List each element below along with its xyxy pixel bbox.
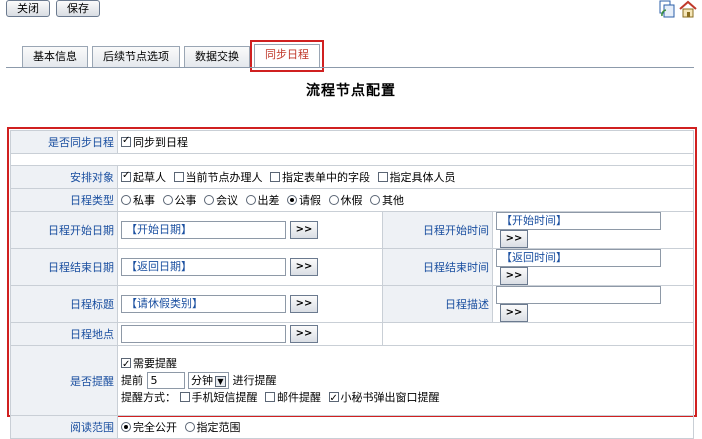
close-button[interactable]: 关闭 xyxy=(6,0,50,17)
label-sync: 是否同步日程 xyxy=(10,130,118,154)
start-time-picker-button[interactable]: >> xyxy=(500,230,528,248)
home-icon[interactable] xyxy=(678,0,698,21)
tab-next-node-options[interactable]: 后续节点选项 xyxy=(92,46,180,68)
sync-checkbox-option[interactable]: 同步到日程 xyxy=(121,135,188,149)
need-remind-checkbox[interactable] xyxy=(121,356,131,373)
type-option-business-trip[interactable]: 出差 xyxy=(245,194,280,207)
row-type: 日程类型 私事 公事 会议 出差 请假 休假 其他 xyxy=(10,188,694,212)
label-title: 日程标题 xyxy=(10,285,118,323)
description-picker-button[interactable]: >> xyxy=(500,304,528,322)
schedule-form: 是否同步日程 同步到日程 安排对象 起草人 当前节点办理人 指定表单中的字段 指… xyxy=(10,130,694,439)
type-option-leave[interactable]: 请假 xyxy=(287,194,321,207)
place-picker-button[interactable]: >> xyxy=(290,325,318,343)
label-read-scope: 阅读范围 xyxy=(10,415,118,439)
remind-method-label: 提醒方式： xyxy=(121,391,176,405)
type-option-other[interactable]: 其他 xyxy=(370,194,404,207)
start-date-picker-button[interactable]: >> xyxy=(290,221,318,239)
time-unit-select[interactable]: 分钟 ▼ xyxy=(188,372,229,390)
start-time-input[interactable]: 【开始时间】 xyxy=(496,212,661,230)
end-time-picker-button[interactable]: >> xyxy=(500,267,528,285)
end-date-input[interactable]: 【返回日期】 xyxy=(121,258,286,276)
description-input[interactable] xyxy=(496,286,661,304)
tab-basic-info[interactable]: 基本信息 xyxy=(22,46,88,68)
title-picker-button[interactable]: >> xyxy=(290,295,318,313)
tab-sync-schedule[interactable]: 同步日程 xyxy=(250,40,324,72)
method-email[interactable]: 邮件提醒 xyxy=(265,391,321,404)
chevron-down-icon: ▼ xyxy=(215,376,226,388)
arrange-option-drafter[interactable]: 起草人 xyxy=(121,170,166,184)
method-sms[interactable]: 手机短信提醒 xyxy=(179,391,258,404)
page-title: 流程节点配置 xyxy=(306,83,396,99)
label-start-date: 日程开始日期 xyxy=(10,211,118,249)
toolbar: 关闭 保存 xyxy=(6,0,100,18)
label-start-time: 日程开始时间 xyxy=(382,211,493,249)
row-end: 日程结束日期 【返回日期】 >> 日程结束时间 【返回时间】>> xyxy=(10,248,694,286)
label-end-date: 日程结束日期 xyxy=(10,248,118,286)
need-remind-option[interactable]: 需要提醒 xyxy=(121,356,177,373)
end-time-input[interactable]: 【返回时间】 xyxy=(496,249,661,267)
method-popup[interactable]: 小秘书弹出窗口提醒 xyxy=(328,390,440,407)
type-option-meeting[interactable]: 会议 xyxy=(204,194,238,207)
save-button[interactable]: 保存 xyxy=(56,0,100,17)
start-date-input[interactable]: 【开始日期】 xyxy=(121,221,286,239)
label-end-time: 日程结束时间 xyxy=(382,248,493,286)
row-place: 日程地点 >> xyxy=(10,322,694,346)
advance-minutes-input[interactable]: 5 xyxy=(146,372,185,390)
row-spacer xyxy=(10,153,694,166)
title-input[interactable]: 【请休假类别】 xyxy=(121,295,286,313)
tab-bar: 基本信息 后续节点选项 数据交换 同步日程 xyxy=(22,40,324,72)
label-type: 日程类型 xyxy=(10,188,118,212)
tab-data-exchange[interactable]: 数据交换 xyxy=(184,46,250,68)
copy-icon[interactable] xyxy=(658,0,676,21)
row-title: 日程标题 【请休假类别】 >> 日程描述 >> xyxy=(10,285,694,323)
label-arrange: 安排对象 xyxy=(10,165,118,189)
read-scope-specified[interactable]: 指定范围 xyxy=(184,421,241,434)
row-arrange: 安排对象 起草人 当前节点办理人 指定表单中的字段 指定具体人员 xyxy=(10,165,694,189)
type-option-public[interactable]: 公事 xyxy=(162,194,197,207)
tab-divider xyxy=(6,67,694,68)
remind-suffix: 进行提醒 xyxy=(232,373,277,387)
arrange-option-form-field[interactable]: 指定表单中的字段 xyxy=(270,171,370,184)
label-description: 日程描述 xyxy=(382,285,493,323)
read-scope-public[interactable]: 完全公开 xyxy=(121,421,177,434)
label-remind: 是否提醒 xyxy=(10,345,118,416)
row-remind: 是否提醒 需要提醒 提前 5 分钟▼ 进行提醒 提醒方式： 手机短信提醒 邮件提… xyxy=(10,345,694,416)
row-start: 日程开始日期 【开始日期】 >> 日程开始时间 【开始时间】>> xyxy=(10,211,694,249)
row-read-scope: 阅读范围 完全公开 指定范围 xyxy=(10,415,694,439)
arrange-option-specific-person[interactable]: 指定具体人员 xyxy=(377,171,456,184)
row-sync: 是否同步日程 同步到日程 xyxy=(10,130,694,154)
place-input[interactable] xyxy=(121,325,286,343)
type-option-vacation[interactable]: 休假 xyxy=(328,194,363,207)
sync-checkbox[interactable] xyxy=(121,135,131,147)
end-date-picker-button[interactable]: >> xyxy=(290,258,318,276)
advance-label: 提前 xyxy=(121,373,143,387)
type-option-private[interactable]: 私事 xyxy=(121,194,155,207)
label-place: 日程地点 xyxy=(10,322,118,346)
arrange-option-handler[interactable]: 当前节点办理人 xyxy=(173,171,263,184)
top-icons xyxy=(658,0,698,21)
